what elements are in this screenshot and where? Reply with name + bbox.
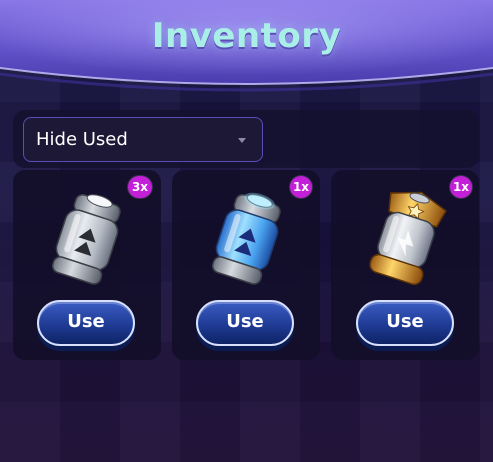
chevron-down-icon <box>238 138 246 143</box>
silver-capsule-icon <box>42 188 132 293</box>
item-count-badge: 1x <box>290 176 312 198</box>
filter-dropdown-value: Hide Used <box>36 129 128 150</box>
item-count-badge: 3x <box>128 176 152 198</box>
page-title: Inventory <box>151 16 342 56</box>
use-button[interactable]: Use <box>37 300 135 346</box>
gold-capsule-icon <box>361 188 451 293</box>
blue-capsule-icon <box>202 188 292 293</box>
header-banner: Inventory <box>0 0 493 92</box>
use-button[interactable]: Use <box>356 300 454 346</box>
item-count-badge: 1x <box>450 176 472 198</box>
filter-dropdown[interactable]: Hide Used <box>23 117 263 162</box>
use-button[interactable]: Use <box>196 300 294 346</box>
